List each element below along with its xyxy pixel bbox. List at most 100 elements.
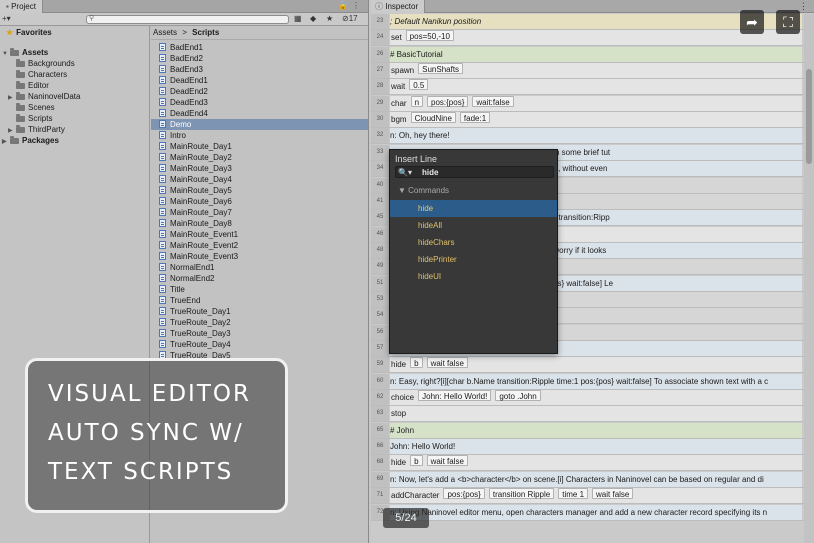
line-content[interactable]: choice John: Hello World! goto .John: [390, 390, 802, 406]
line-content[interactable]: # John: [390, 422, 802, 438]
script-line[interactable]: 60 n: Easy, right?[i][char b.Name transit…: [371, 373, 804, 390]
script-line[interactable]: 62 choice John: Hello World! goto .John: [371, 390, 804, 407]
parameter-field[interactable]: wait:false: [472, 95, 514, 107]
line-content[interactable]: n: Using Naninovel editor menu, open cha…: [390, 504, 802, 520]
popup-item-hide[interactable]: hide: [390, 200, 557, 217]
line-content[interactable]: n: Oh, hey there!: [390, 128, 802, 144]
script-line[interactable]: 69 n: Now, let's add a <b>character</b> o…: [371, 471, 804, 488]
line-content[interactable]: n: Now, let's add a <b>character</b> on …: [390, 471, 802, 487]
tree-folder-thirdparty[interactable]: ▶ ThirdParty: [8, 125, 65, 135]
tree-folder-naninoveldata[interactable]: ▶ NaninovelData: [8, 92, 80, 102]
breadcrumb-assets[interactable]: Assets: [153, 28, 177, 37]
tree-packages[interactable]: ▶ Packages: [2, 136, 59, 146]
create-dropdown-button[interactable]: +▾: [2, 14, 11, 24]
line-number[interactable]: 57: [371, 341, 389, 356]
parameter-field[interactable]: transition Ripple: [488, 488, 555, 500]
share-button[interactable]: ➦: [740, 10, 764, 34]
line-content[interactable]: wait 0.5: [390, 79, 802, 95]
file-item[interactable]: BadEnd3: [159, 64, 368, 75]
parameter-field[interactable]: n: [410, 95, 424, 107]
file-item[interactable]: DeadEnd1: [159, 75, 368, 86]
parameter-field[interactable]: pos=50,-10: [405, 30, 454, 42]
file-item[interactable]: Title: [159, 284, 368, 295]
script-line[interactable]: 27 spawn SunShafts: [371, 63, 804, 80]
line-content[interactable]: hide b wait false: [390, 357, 802, 373]
parameter-field[interactable]: 0.5: [409, 79, 429, 91]
parameter-field[interactable]: fade:1: [459, 112, 491, 124]
tab-inspector[interactable]: ⓘ Inspector: [371, 0, 426, 13]
line-content[interactable]: bgm CloudNine fade:1: [390, 112, 802, 128]
file-item[interactable]: MainRoute_Day2: [159, 152, 368, 163]
line-content[interactable]: spawn SunShafts: [390, 63, 802, 79]
line-text[interactable]: John: Hello World!: [390, 442, 455, 451]
window-menu-icon[interactable]: ⋮: [799, 0, 808, 12]
script-line[interactable]: 63 stop: [371, 406, 804, 423]
line-number[interactable]: 46: [371, 226, 389, 242]
popup-item-hideall[interactable]: hideAll: [390, 217, 557, 234]
line-text[interactable]: # John: [390, 426, 414, 435]
tab-project[interactable]: ▪ Project: [0, 0, 43, 13]
vertical-scrollbar[interactable]: [804, 14, 814, 543]
line-number[interactable]: 28: [371, 79, 389, 95]
parameter-field[interactable]: pos:{pos}: [443, 488, 485, 500]
line-number[interactable]: 40: [371, 177, 389, 193]
file-item[interactable]: MainRoute_Event1: [159, 229, 368, 240]
file-item[interactable]: DeadEnd2: [159, 86, 368, 97]
line-number[interactable]: 51: [371, 275, 389, 291]
line-text[interactable]: n: Oh, hey there!: [390, 131, 450, 140]
file-item[interactable]: MainRoute_Event3: [159, 251, 368, 262]
line-content[interactable]: John: Hello World!: [390, 439, 802, 455]
script-line[interactable]: 72 n: Using Naninovel editor menu, open c…: [371, 504, 804, 521]
parameter-field[interactable]: wait false: [426, 455, 468, 467]
file-item[interactable]: MainRoute_Day1: [159, 141, 368, 152]
line-content[interactable]: # BasicTutorial: [390, 46, 802, 62]
popup-item-hidechars[interactable]: hideChars: [390, 234, 557, 251]
line-number[interactable]: 41: [371, 193, 389, 209]
popup-item-hideui[interactable]: hideUI: [390, 268, 557, 285]
line-number[interactable]: 59: [371, 357, 389, 373]
tree-folder-characters[interactable]: Characters: [16, 70, 67, 80]
window-menu-icons[interactable]: 🔒⋮: [338, 1, 364, 10]
line-number[interactable]: 30: [371, 112, 389, 128]
file-item[interactable]: NormalEnd1: [159, 262, 368, 273]
line-number[interactable]: 71: [371, 488, 389, 504]
parameter-field[interactable]: John: Hello World!: [418, 390, 492, 402]
parameter-field[interactable]: b: [410, 455, 423, 467]
script-line[interactable]: 32 n: Oh, hey there!: [371, 128, 804, 145]
line-text[interactable]: n: Using Naninovel editor menu, open cha…: [390, 508, 767, 517]
file-item[interactable]: BadEnd1: [159, 42, 368, 53]
filter-type-icon[interactable]: ▦: [294, 14, 302, 24]
line-text[interactable]: n: Easy, right?[i][char b.Name transitio…: [390, 377, 768, 386]
parameter-field[interactable]: SunShafts: [418, 63, 464, 75]
line-content[interactable]: char n pos:{pos} wait:false: [390, 95, 802, 111]
favorite-star-icon[interactable]: ★: [326, 14, 333, 24]
popup-group-commands[interactable]: ▼ Commands: [390, 185, 557, 197]
project-search-input[interactable]: ⚲: [86, 15, 289, 24]
file-item[interactable]: MainRoute_Day6: [159, 196, 368, 207]
line-number[interactable]: 23: [371, 14, 389, 29]
line-number[interactable]: 33: [371, 144, 389, 160]
file-item[interactable]: MainRoute_Day5: [159, 185, 368, 196]
line-number[interactable]: 48: [371, 242, 389, 258]
tree-folder-backgrounds[interactable]: Backgrounds: [16, 59, 75, 69]
file-item[interactable]: TrueEnd: [159, 295, 368, 306]
tree-favorites[interactable]: ★ Favorites: [6, 28, 52, 38]
line-number[interactable]: 45: [371, 210, 389, 226]
file-item[interactable]: TrueRoute_Day3: [159, 328, 368, 339]
file-item[interactable]: Intro: [159, 130, 368, 141]
file-item[interactable]: DeadEnd3: [159, 97, 368, 108]
line-number[interactable]: 66: [371, 439, 389, 455]
file-item[interactable]: MainRoute_Day3: [159, 163, 368, 174]
file-item[interactable]: MainRoute_Day4: [159, 174, 368, 185]
line-number[interactable]: 62: [371, 390, 389, 406]
script-line[interactable]: 66 John: Hello World!: [371, 439, 804, 456]
line-number[interactable]: 34: [371, 161, 389, 177]
parameter-field[interactable]: time 1: [558, 488, 589, 500]
file-item[interactable]: MainRoute_Day7: [159, 207, 368, 218]
breadcrumb-scripts[interactable]: Scripts: [192, 28, 219, 37]
line-content[interactable]: hide b wait false: [390, 455, 802, 471]
line-number[interactable]: 53: [371, 291, 389, 307]
parameter-field[interactable]: wait false: [592, 488, 634, 500]
popup-item-hideprinter[interactable]: hidePrinter: [390, 251, 557, 268]
line-number[interactable]: 24: [371, 30, 389, 46]
